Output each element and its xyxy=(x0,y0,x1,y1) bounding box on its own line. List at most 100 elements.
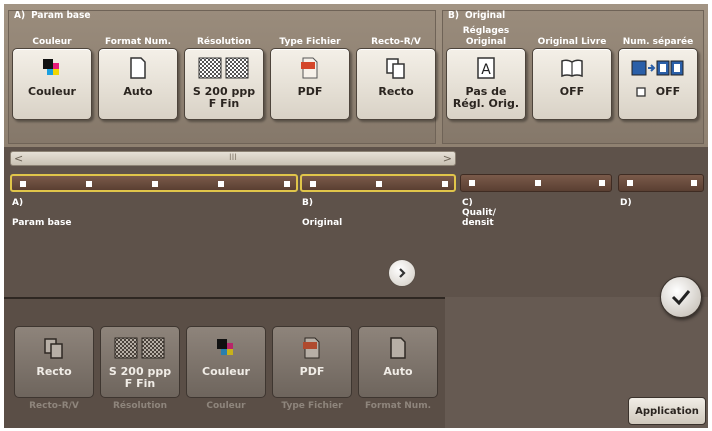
checkbox-icon xyxy=(636,87,646,97)
recto-icon xyxy=(381,55,411,81)
func-value: Auto xyxy=(123,85,153,98)
func-book-original: Original Livre OFF xyxy=(532,18,612,120)
func-label: Num. séparée xyxy=(622,37,694,47)
separate-scan-button[interactable]: OFF xyxy=(618,48,698,120)
func-separate-scan: Num. séparée OFF xyxy=(618,18,698,120)
couleur-button[interactable]: Couleur xyxy=(12,48,92,120)
func-label: Résolution xyxy=(196,37,252,47)
summary-label: Résolution xyxy=(112,401,168,411)
resolution-button[interactable]: S 200 ppp F Fin xyxy=(184,48,264,120)
track-dot xyxy=(310,181,316,187)
ok-button[interactable] xyxy=(660,276,702,318)
summary-duplex-button[interactable]: Recto xyxy=(14,326,94,398)
func-label: Type Fichier xyxy=(279,37,341,47)
track-dot xyxy=(376,181,382,187)
func-label: Réglages Original xyxy=(462,26,510,47)
resolution-icon xyxy=(196,55,252,81)
track-dot xyxy=(86,181,92,187)
track-dot xyxy=(469,180,475,186)
summary-label: Format Num. xyxy=(364,401,432,411)
section-letter: B) xyxy=(302,198,313,208)
summary-label: Couleur xyxy=(206,401,246,411)
func-value: Recto xyxy=(378,85,414,98)
func-value: S 200 ppp F Fin xyxy=(192,85,256,110)
pdf-icon xyxy=(295,55,325,81)
section-name: Original xyxy=(302,218,343,228)
track-dot xyxy=(627,180,633,186)
summary-file-type-button[interactable]: PDF xyxy=(272,326,352,398)
func-duplex: Recto-R/V Recto xyxy=(356,18,436,120)
page-icon xyxy=(383,335,413,361)
summary-value: Recto xyxy=(36,365,72,378)
func-format: Format Num. Auto xyxy=(98,18,178,120)
scroll-thumb-mark: III xyxy=(229,153,237,163)
format-button[interactable]: Auto xyxy=(98,48,178,120)
section-track-d[interactable] xyxy=(618,174,704,192)
summary-resolution-button[interactable]: S 200 ppp F Fin xyxy=(100,326,180,398)
track-dot xyxy=(152,181,158,187)
original-settings-button[interactable]: A Pas de Régl. Orig. xyxy=(446,48,526,120)
section-letter: C) xyxy=(462,198,473,208)
func-label: Couleur xyxy=(32,37,72,47)
section-b-label: B) Original xyxy=(302,198,342,228)
track-dot xyxy=(20,181,26,187)
file-type-button[interactable]: PDF xyxy=(270,48,350,120)
track-dot xyxy=(691,180,697,186)
summary-file-type: PDF Type Fichier xyxy=(272,326,352,411)
section-track-a[interactable] xyxy=(10,174,298,192)
section-d-label: D) xyxy=(620,198,632,208)
func-value: Couleur xyxy=(28,85,76,98)
section-track-c[interactable] xyxy=(460,174,612,192)
duplex-button[interactable]: Recto xyxy=(356,48,436,120)
color-icon xyxy=(37,55,67,81)
resolution-icon xyxy=(112,335,168,361)
track-dot xyxy=(284,181,290,187)
checkmark-icon xyxy=(671,290,691,306)
application-button[interactable]: Application xyxy=(628,397,706,425)
summary-label: Type Fichier xyxy=(281,401,343,411)
func-value: PDF xyxy=(297,85,323,98)
section-a-label: A) Param base xyxy=(12,198,71,228)
summary-resolution: S 200 ppp F Fin Résolution xyxy=(100,326,180,411)
func-label: Format Num. xyxy=(104,37,172,47)
scroll-left-arrow[interactable]: < xyxy=(14,152,23,165)
func-label: Original Livre xyxy=(537,37,607,47)
func-original-settings: Réglages Original A Pas de Régl. Orig. xyxy=(446,18,526,120)
horizontal-scrollbar[interactable]: < III > xyxy=(10,151,456,166)
scroll-right-arrow[interactable]: > xyxy=(443,152,452,165)
func-resolution: Résolution S 200 ppp F Fin xyxy=(184,18,264,120)
func-label: Recto-R/V xyxy=(371,37,421,47)
section-track-b[interactable] xyxy=(300,174,456,192)
summary-value: S 200 ppp F Fin xyxy=(108,365,172,390)
summary-value: Couleur xyxy=(202,365,250,378)
book-icon xyxy=(557,55,587,81)
svg-text:A: A xyxy=(481,62,491,78)
func-value: OFF xyxy=(559,85,585,98)
top-settings-panel: A) Param base B) Original Couleur Couleur xyxy=(4,4,708,147)
summary-label: Recto-R/V xyxy=(29,401,79,411)
separate-scan-icon xyxy=(630,55,686,81)
scan-settings-screen: A) Param base B) Original Couleur Couleur xyxy=(4,4,708,428)
book-original-button[interactable]: OFF xyxy=(532,48,612,120)
track-dot xyxy=(218,181,224,187)
chevron-right-icon xyxy=(399,268,406,278)
color-icon xyxy=(211,335,241,361)
func-file-type: Type Fichier PDF xyxy=(270,18,350,120)
next-page-button[interactable] xyxy=(388,259,416,287)
func-value: OFF xyxy=(655,85,681,98)
section-letter: D) xyxy=(620,198,632,208)
func-couleur: Couleur Couleur xyxy=(12,18,92,120)
track-dot xyxy=(599,180,605,186)
section-letter: A) xyxy=(12,198,24,208)
func-value: Pas de Régl. Orig. xyxy=(452,85,520,110)
summary-format-button[interactable]: Auto xyxy=(358,326,438,398)
func-value-row: OFF xyxy=(636,86,680,98)
summary-color-button[interactable]: Couleur xyxy=(186,326,266,398)
summary-duplex: Recto Recto-R/V xyxy=(14,326,94,411)
pdf-icon xyxy=(297,335,327,361)
track-dot xyxy=(442,181,448,187)
letter-a-icon: A xyxy=(471,55,501,81)
section-name: Param base xyxy=(12,218,72,228)
recto-icon xyxy=(39,335,69,361)
summary-format: Auto Format Num. xyxy=(358,326,438,411)
